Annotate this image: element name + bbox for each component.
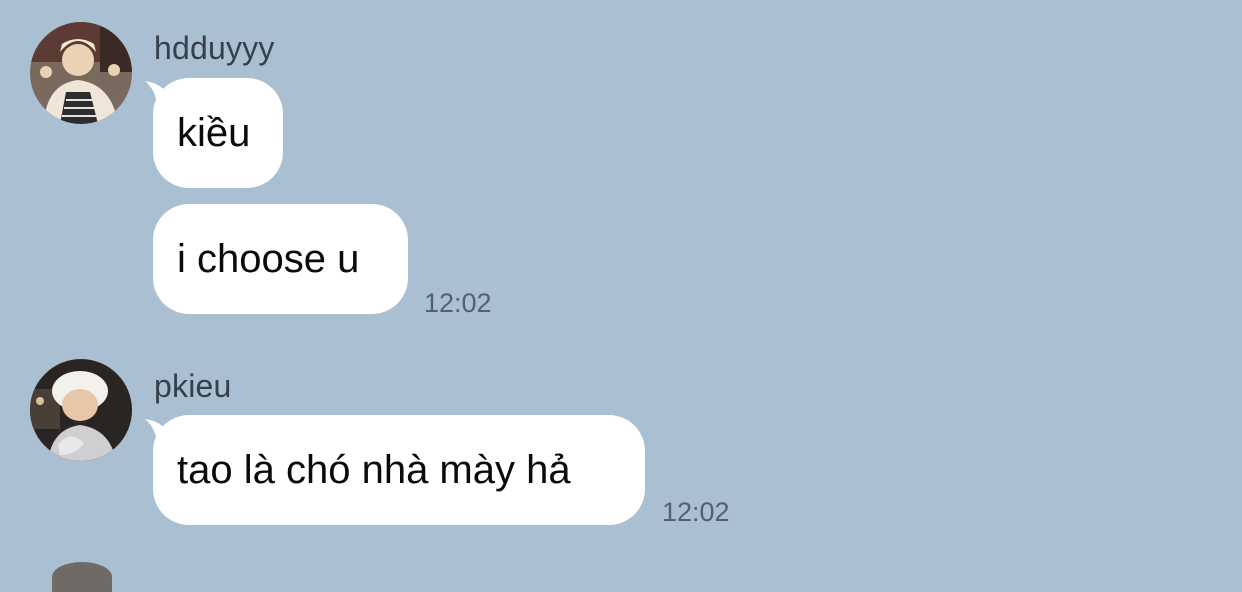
avatar[interactable] xyxy=(52,562,112,592)
message-timestamp: 12:02 xyxy=(662,497,730,527)
message-group-pkieu: pkieu tao là chó nhà mày hả 12:02 xyxy=(0,0,1242,560)
avatar[interactable] xyxy=(30,359,132,461)
user-avatar-pkieu-icon xyxy=(30,359,132,461)
message-bubble[interactable]: tao là chó nhà mày hả xyxy=(153,415,645,525)
sender-name: pkieu xyxy=(154,368,232,404)
